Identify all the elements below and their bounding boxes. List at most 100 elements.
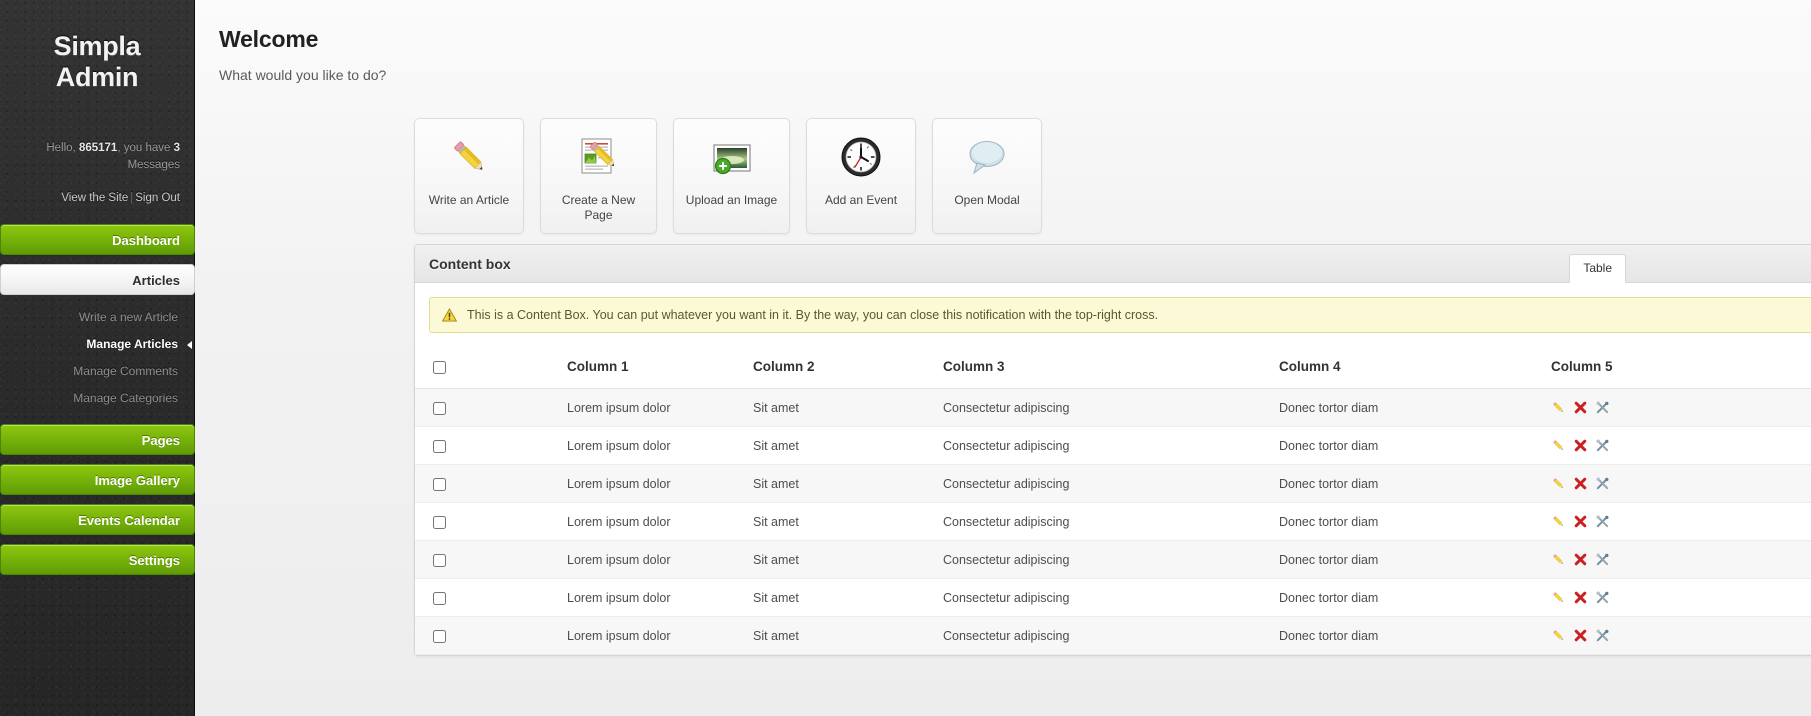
cell-column-1: Lorem ipsum dolor [469,426,747,465]
tab-table[interactable]: Table [1569,254,1626,283]
sidebar-subitem-manage-categories[interactable]: Manage Categories [14,385,180,412]
delete-cross-icon[interactable] [1573,590,1588,605]
edit-pencil-icon[interactable] [1551,628,1566,643]
content-box-tabs: Table [1569,254,1626,283]
tools-icon[interactable] [1595,552,1610,567]
tools-icon[interactable] [1595,514,1610,529]
sidebar-item-articles[interactable]: Articles [0,264,195,295]
row-checkbox[interactable] [433,439,446,453]
cell-column-2[interactable]: Sit amet [747,616,937,655]
sidebar-item-settings[interactable]: Settings [0,544,195,575]
table-row[interactable]: Lorem ipsum dolor Sit amet Consectetur adi… [415,502,1811,541]
row-actions [1551,476,1811,491]
delete-cross-icon[interactable] [1573,476,1588,491]
sidebar-subitem-manage-articles[interactable]: Manage Articles [14,331,192,358]
cell-column-2[interactable]: Sit amet [747,426,937,465]
row-select-cell [415,388,469,427]
table-row[interactable]: Lorem ipsum dolor Sit amet Consectetur adi… [415,540,1811,579]
delete-cross-icon[interactable] [1573,400,1588,415]
tools-icon[interactable] [1595,400,1610,415]
header-column-1[interactable]: Column 1 [469,349,747,389]
row-checkbox[interactable] [433,629,446,643]
tools-icon[interactable] [1595,628,1610,643]
articles-subnav: Write a new Article Manage Articles Mana… [14,304,192,412]
cell-column-3: Consectetur adipiscing [937,578,1273,617]
sidebar-subitem-label: Manage Articles [86,337,178,351]
tools-icon[interactable] [1595,590,1610,605]
cell-row-actions [1545,426,1811,465]
card-create-a-new-page[interactable]: Create a New Page [540,118,657,234]
page-header: Welcome What would you like to do? [195,0,1811,83]
row-actions [1551,590,1811,605]
edit-pencil-icon[interactable] [1551,438,1566,453]
card-add-an-event[interactable]: Add an Event [806,118,916,234]
card-open-modal[interactable]: Open Modal [932,118,1042,234]
select-all-checkbox[interactable] [433,360,446,374]
cell-column-1: Lorem ipsum dolor [469,502,747,541]
greeting-middle: , you have [117,142,174,154]
active-arrow-icon [187,341,192,349]
cell-column-4: Donec tortor diam [1273,540,1545,579]
sidebar-item-image-gallery[interactable]: Image Gallery [0,464,195,495]
edit-pencil-icon[interactable] [1551,476,1566,491]
brand-title: Simpla Admin [53,31,141,92]
tools-icon[interactable] [1595,438,1610,453]
edit-pencil-icon[interactable] [1551,514,1566,529]
sidebar-item-events-calendar[interactable]: Events Calendar [0,504,195,535]
sign-out-link[interactable]: Sign Out [135,192,180,204]
edit-pencil-icon[interactable] [1551,400,1566,415]
row-checkbox[interactable] [433,477,446,491]
cell-column-1: Lorem ipsum dolor [469,464,747,503]
image-add-icon [708,133,756,181]
tools-icon[interactable] [1595,476,1610,491]
table-row[interactable]: Lorem ipsum dolor Sit amet Consectetur adi… [415,464,1811,503]
sidebar-subitem-write-new-article[interactable]: Write a new Article [14,304,180,331]
cell-column-1: Lorem ipsum dolor [469,578,747,617]
cell-column-2[interactable]: Sit amet [747,464,937,503]
cell-column-2[interactable]: Sit amet [747,578,937,617]
table-row[interactable]: Lorem ipsum dolor Sit amet Consectetur adi… [415,578,1811,617]
row-checkbox[interactable] [433,591,446,605]
table-row[interactable]: Lorem ipsum dolor Sit amet Consectetur adi… [415,388,1811,427]
greeting-text: Hello, 865171, you have 3 Messages [14,140,180,174]
row-select-cell [415,426,469,465]
table-row[interactable]: Lorem ipsum dolor Sit amet Consectetur adi… [415,616,1811,655]
delete-cross-icon[interactable] [1573,552,1588,567]
sidebar-subitem-manage-comments[interactable]: Manage Comments [14,358,180,385]
delete-cross-icon[interactable] [1573,514,1588,529]
card-upload-an-image[interactable]: Upload an Image [673,118,790,234]
edit-pencil-icon[interactable] [1551,552,1566,567]
header-column-2[interactable]: Column 2 [747,349,937,389]
content-box-title: Content box [429,255,511,272]
header-column-5[interactable]: Column 5 [1545,349,1811,389]
card-label: Create a New Page [561,193,636,222]
row-checkbox[interactable] [433,515,446,529]
header-column-3[interactable]: Column 3 [937,349,1273,389]
cell-column-1: Lorem ipsum dolor [469,388,747,427]
table-body: Lorem ipsum dolor Sit amet Consectetur adi… [415,388,1811,655]
cell-column-2[interactable]: Sit amet [747,388,937,427]
row-select-cell [415,616,469,655]
cell-column-4: Donec tortor diam [1273,616,1545,655]
row-checkbox[interactable] [433,553,446,567]
cell-column-3: Consectetur adipiscing [937,388,1273,427]
row-actions [1551,628,1811,643]
view-site-link[interactable]: View the Site [61,192,128,204]
sidebar-nav: Dashboard Articles Write a new Article M… [0,224,195,575]
sidebar: Simpla Admin Hello, 865171, you have 3 M… [0,0,195,716]
sidebar-item-dashboard[interactable]: Dashboard [0,224,195,255]
sidebar-item-pages[interactable]: Pages [0,424,195,455]
row-checkbox[interactable] [433,401,446,415]
cell-column-2[interactable]: Sit amet [747,540,937,579]
delete-cross-icon[interactable] [1573,438,1588,453]
warning-triangle-icon [442,308,457,322]
card-write-an-article[interactable]: Write an Article [414,118,524,234]
cell-column-4: Donec tortor diam [1273,388,1545,427]
edit-pencil-icon[interactable] [1551,590,1566,605]
table-row[interactable]: Lorem ipsum dolor Sit amet Consectetur adi… [415,426,1811,465]
delete-cross-icon[interactable] [1573,628,1588,643]
header-column-4[interactable]: Column 4 [1273,349,1545,389]
cell-column-2[interactable]: Sit amet [747,502,937,541]
cell-row-actions [1545,388,1811,427]
greeting-prefix: Hello, [46,142,79,154]
